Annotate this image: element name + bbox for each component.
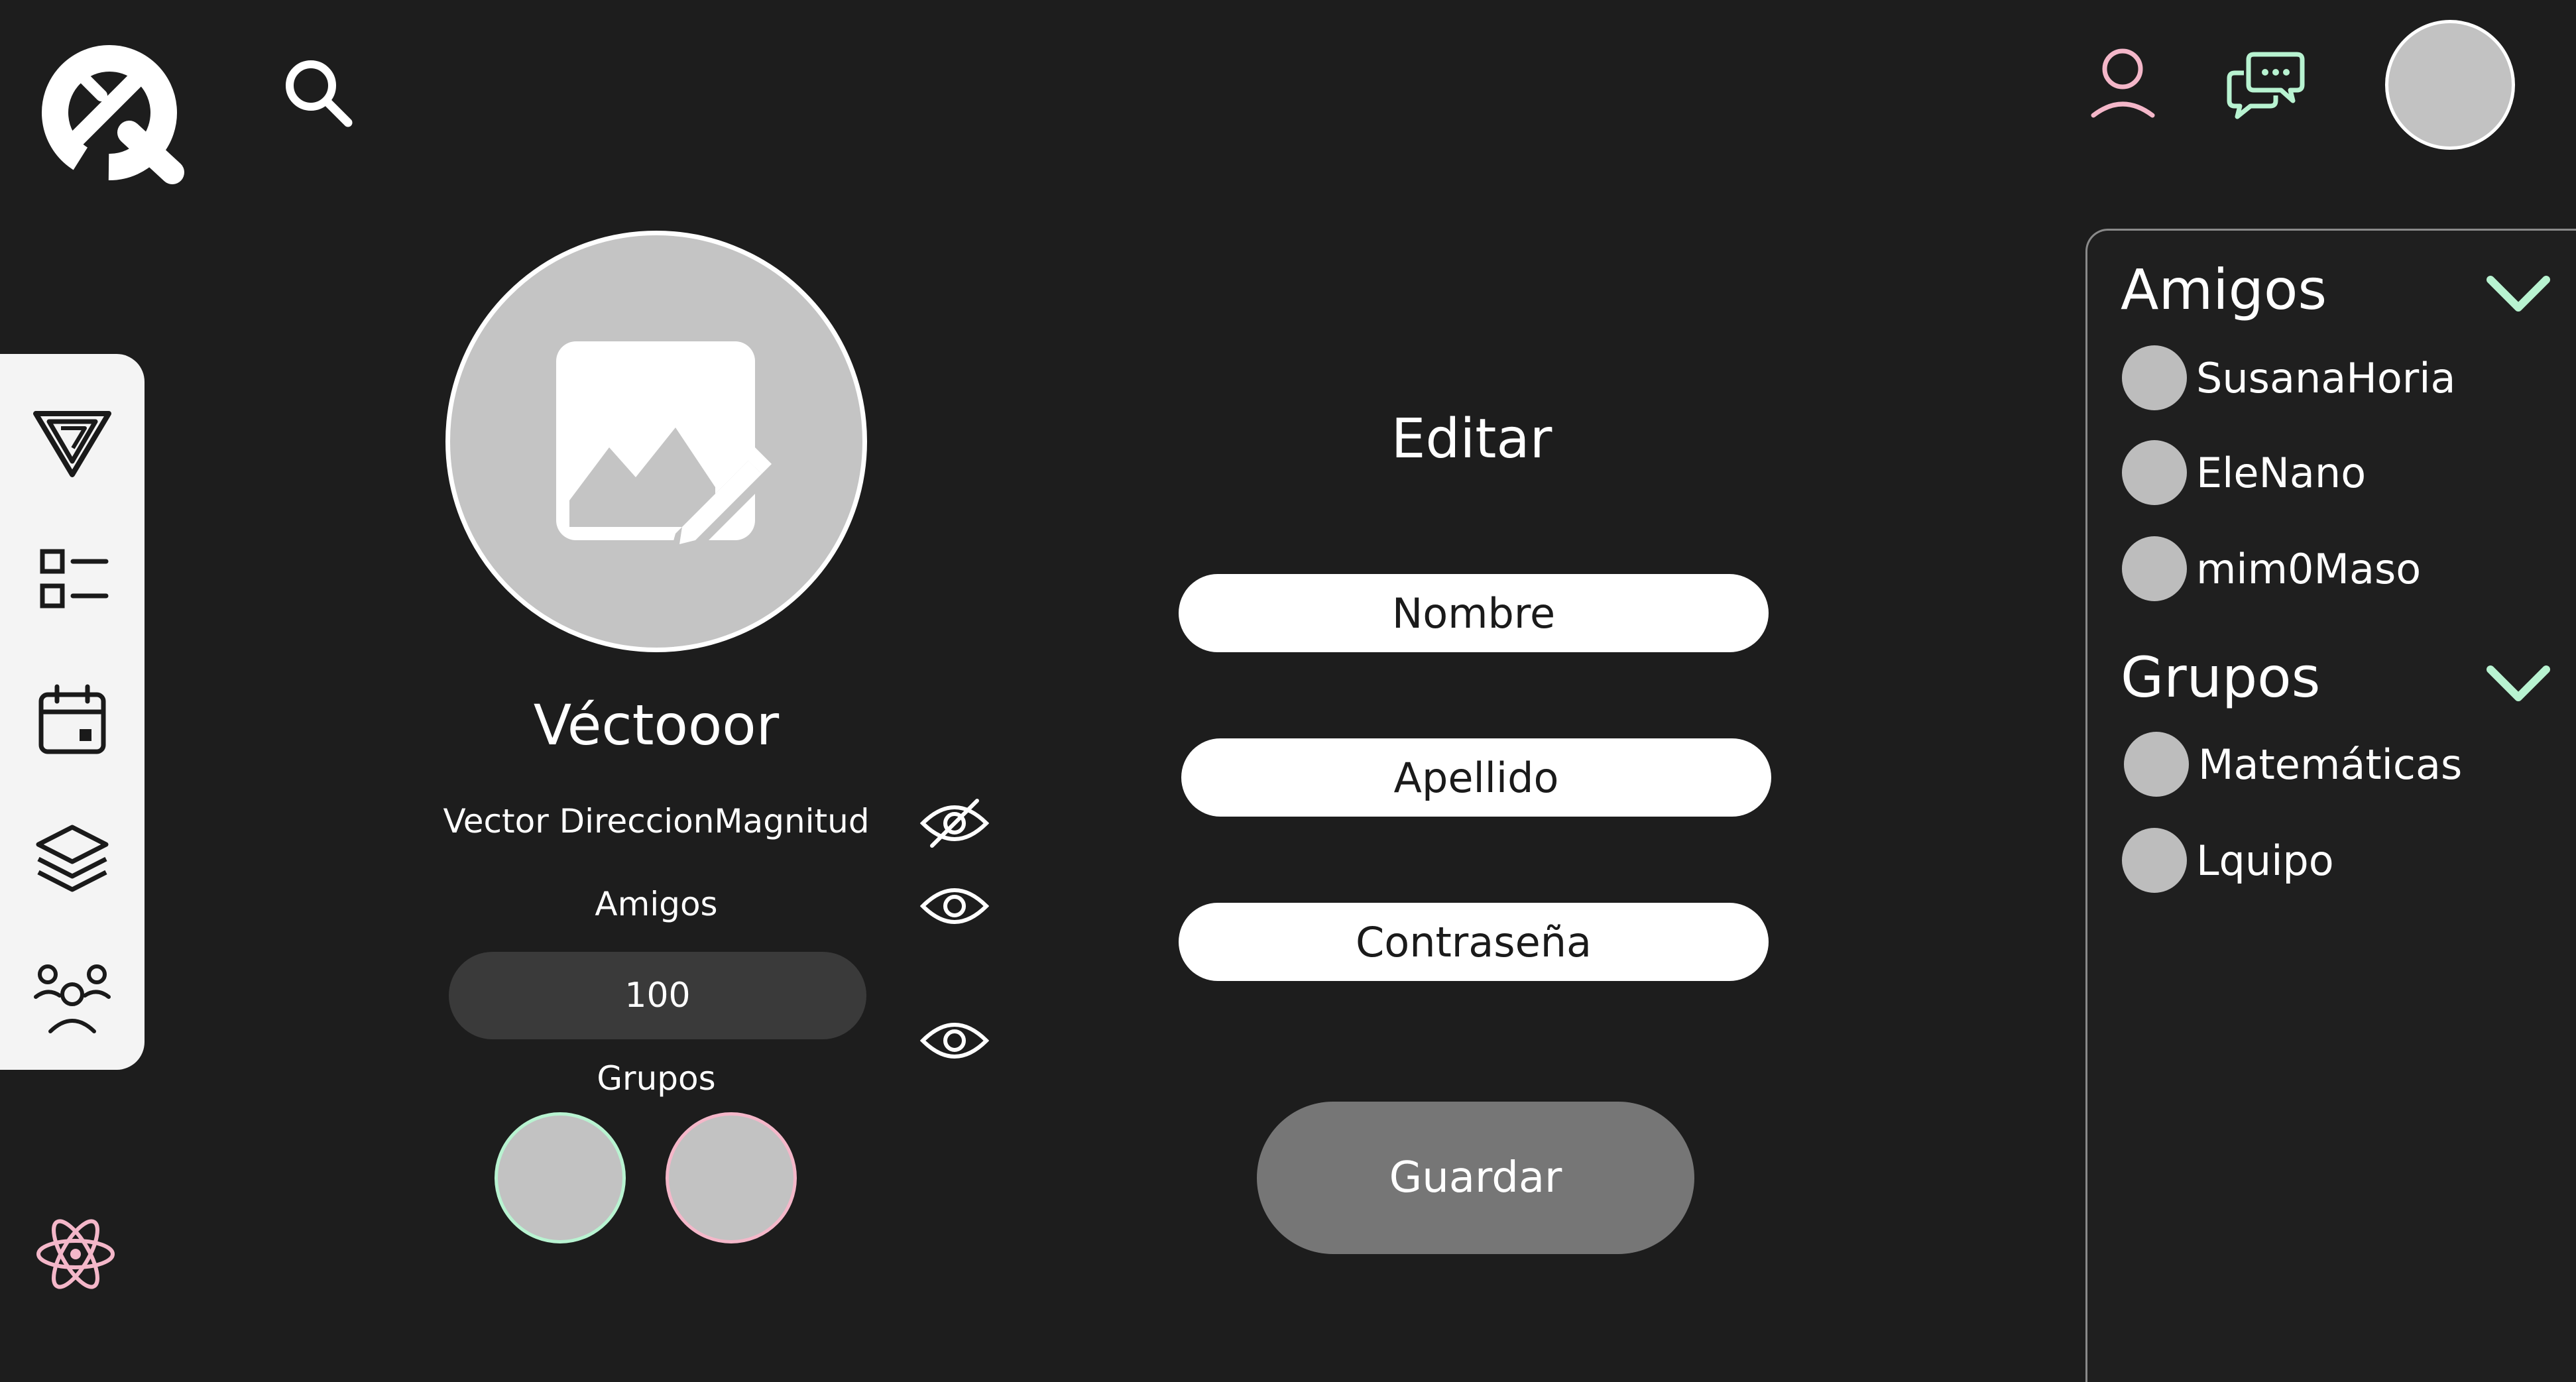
- avatar: [2124, 732, 2189, 797]
- search-icon[interactable]: [282, 56, 355, 129]
- layers-icon[interactable]: [32, 818, 113, 899]
- group-avatar[interactable]: [666, 1112, 797, 1243]
- profile-username: Véctooor: [533, 693, 780, 758]
- social-panel: Amigos SusanaHoria EleNano mim0Maso Grup…: [2085, 229, 2576, 1382]
- friend-name: SusanaHoria: [2196, 353, 2456, 402]
- profile-fullname: Vector DireccionMagnitud: [443, 802, 870, 840]
- friend-name: mim0Maso: [2196, 544, 2422, 593]
- friends-label: Amigos: [595, 885, 718, 923]
- chevron-down-icon[interactable]: [2485, 270, 2551, 317]
- nombre-field[interactable]: Nombre: [1179, 574, 1769, 652]
- group-avatar[interactable]: [495, 1112, 626, 1243]
- triangle-logo-icon[interactable]: [32, 400, 113, 481]
- avatar: [2122, 536, 2187, 601]
- friend-item[interactable]: EleNano: [2122, 439, 2366, 506]
- avatar[interactable]: [2385, 20, 2515, 150]
- profile-picture[interactable]: [445, 231, 867, 652]
- avatar: [2122, 345, 2187, 410]
- chevron-down-icon[interactable]: [2485, 660, 2551, 707]
- friend-item[interactable]: mim0Maso: [2122, 536, 2421, 602]
- edit-title: Editar: [1391, 408, 1552, 471]
- atom-icon[interactable]: [34, 1213, 117, 1295]
- group-name: Matemáticas: [2198, 740, 2463, 789]
- calendar-icon[interactable]: [32, 679, 113, 760]
- tool-sidebar: [0, 354, 145, 1070]
- chat-bubbles-icon[interactable]: [2224, 46, 2307, 123]
- eye-icon[interactable]: [920, 878, 989, 934]
- friends-count: 100: [449, 952, 866, 1039]
- people-icon[interactable]: [32, 957, 113, 1038]
- password-field[interactable]: Contraseña: [1179, 903, 1769, 981]
- eye-off-icon[interactable]: [920, 795, 989, 851]
- avatar: [2122, 828, 2187, 893]
- group-item[interactable]: Lquipo: [2122, 827, 2334, 893]
- avatar: [2122, 440, 2187, 505]
- eye-icon[interactable]: [920, 1013, 989, 1068]
- save-button[interactable]: Guardar: [1257, 1102, 1694, 1254]
- apellido-field[interactable]: Apellido: [1181, 738, 1771, 817]
- groups-section-title: Grupos: [2121, 645, 2321, 710]
- friend-item[interactable]: SusanaHoria: [2122, 345, 2456, 411]
- groups-label: Grupos: [597, 1059, 716, 1098]
- user-icon[interactable]: [2088, 46, 2158, 123]
- group-name: Lquipo: [2196, 836, 2334, 885]
- list-icon[interactable]: [32, 540, 113, 620]
- group-item[interactable]: Matemáticas: [2124, 731, 2462, 797]
- app-logo[interactable]: [36, 40, 196, 186]
- friends-section-title: Amigos: [2121, 257, 2327, 322]
- friend-name: EleNano: [2196, 448, 2367, 497]
